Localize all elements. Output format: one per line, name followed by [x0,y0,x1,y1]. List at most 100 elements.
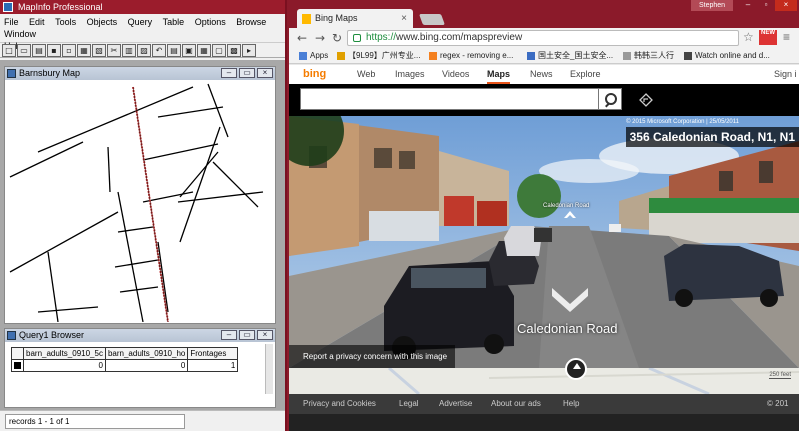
streetside-pegman-icon[interactable] [565,358,587,380]
print-button[interactable]: ▦ [77,44,91,57]
road-label-small[interactable]: Caledonian Road [543,203,589,209]
vertical-scrollbar[interactable] [265,344,273,394]
mapinfo-workspace: Barnsbury Map – ▭ × Query1 Browser – ▭ ×… [0,60,285,410]
back-icon[interactable]: ← [297,31,307,45]
footer-legal-link[interactable]: Legal [399,394,419,414]
new-browser-button[interactable]: ▤ [167,44,181,57]
lock-icon [353,34,361,42]
minimap-strip[interactable]: 250 feet [289,358,799,396]
url-scheme: https:// [366,32,397,43]
redistrict-button[interactable]: ▩ [227,44,241,57]
bookmark-item[interactable]: Watch online and d... [684,48,770,64]
menu-table[interactable]: Table [163,16,185,28]
column-header[interactable]: barn_adults_0910_5c [23,347,106,360]
column-header[interactable]: barn_adults_0910_ho [104,347,189,360]
bookmark-item[interactable]: 【9L99】广州专业... [337,48,420,64]
bookmark-item[interactable]: 韩韩三人行 [623,48,674,64]
mapinfo-app: MapInfo Professional File Edit Tools Obj… [0,0,287,431]
print-preview-button[interactable]: ▧ [92,44,106,57]
nav-web[interactable]: Web [357,65,375,84]
bookmarks-bar: Apps 【9L99】广州专业... regex - removing e...… [289,48,799,64]
table-row[interactable]: 0 0 1 [11,359,239,372]
row-selector[interactable] [11,359,24,372]
new-tab-button[interactable] [418,14,446,25]
new-table-button[interactable]: □ [2,44,16,57]
bing-logo[interactable]: bing [303,65,326,84]
close-window-icon[interactable]: × [775,0,797,11]
save-copy-button[interactable]: ▫ [62,44,76,57]
forward-icon[interactable]: → [315,31,325,45]
bookmark-item[interactable]: 国土安全_国土安全... [527,48,613,64]
road-label-large[interactable]: Caledonian Road [517,321,617,336]
tab-bing-maps[interactable]: Bing Maps × [297,9,413,28]
paste-button[interactable]: ▨ [137,44,151,57]
minimap-roads [388,366,799,396]
address-bar[interactable]: https://www.bing.com/mapspreview [347,30,739,46]
new-mapper-button[interactable]: ▣ [182,44,196,57]
column-header[interactable]: Frontages [187,347,239,360]
profile-button[interactable]: Stephen [691,0,733,11]
minimize-window-icon[interactable]: – [739,0,757,11]
browser-window-title-bar[interactable]: Query1 Browser – ▭ × [5,329,275,342]
browser-close-button[interactable]: × [257,330,273,340]
footer-about-ads-link[interactable]: About our ads [491,394,541,414]
menu-browse[interactable]: Browse [236,16,266,28]
menu-tools[interactable]: Tools [55,16,76,28]
footer-help-link[interactable]: Help [563,394,579,414]
map-window-title-bar[interactable]: Barnsbury Map – ▭ × [5,67,275,80]
nav-maps[interactable]: Maps [487,67,511,84]
apps-icon [299,52,307,60]
footer-privacy-link[interactable]: Privacy and Cookies [303,394,376,414]
map-minimize-button[interactable]: – [221,68,237,78]
browser-minimize-button[interactable]: – [221,330,237,340]
nav-videos[interactable]: Videos [442,65,469,84]
bookmark-apps[interactable]: Apps [299,48,328,64]
grid-cell[interactable]: 0 [104,359,189,372]
directions-icon[interactable] [639,93,653,107]
extension-new-icon[interactable]: NEW [759,30,777,45]
menu-window[interactable]: Window [4,28,36,40]
bookmark-item[interactable]: regex - removing e... [429,48,513,64]
toolbar: ← → ↻ https://www.bing.com/mapspreview ☆… [289,28,799,48]
open-table-button[interactable]: ▭ [17,44,31,57]
new-layout-button[interactable]: ▢ [212,44,226,57]
menu-edit[interactable]: Edit [29,16,45,28]
grid-cell[interactable]: 0 [23,359,106,372]
map-restore-button[interactable]: ▭ [239,68,255,78]
bookmark-favicon-icon [527,52,535,60]
status-records: records 1 - 1 of 1 [5,414,185,429]
nav-images[interactable]: Images [395,65,425,84]
copy-button[interactable]: ▥ [122,44,136,57]
new-grapher-button[interactable]: ▦ [197,44,211,57]
map-search-input[interactable] [300,88,599,110]
streetside-view[interactable]: © 2015 Microsoft Corporation | 25/05/201… [289,116,799,368]
sign-in-link[interactable]: Sign i [774,65,797,84]
menu-file[interactable]: File [4,16,19,28]
footer-advertise-link[interactable]: Advertise [439,394,472,414]
nav-explore[interactable]: Explore [570,65,601,84]
browser-restore-button[interactable]: ▭ [239,330,255,340]
reload-icon[interactable]: ↻ [332,31,342,45]
help-pointer-button[interactable]: ▸ [242,44,256,57]
bing-header: bing Web Images Videos Maps News Explore… [289,65,799,84]
cut-button[interactable]: ✂ [107,44,121,57]
open-folder-button[interactable]: ▤ [32,44,46,57]
search-icon[interactable] [598,88,622,110]
footer-copyright: © 201 [767,399,789,408]
bookmark-star-icon[interactable]: ☆ [743,30,754,44]
menu-objects[interactable]: Objects [87,16,118,28]
save-button[interactable]: ▪ [47,44,61,57]
bing-favicon [302,14,311,24]
browser-grid: barn_adults_0910_5c barn_adults_0910_ho … [11,347,239,372]
maximize-window-icon[interactable]: ▫ [757,0,775,11]
grid-cell[interactable]: 1 [187,359,239,372]
tab-close-icon[interactable]: × [401,9,407,28]
map-close-button[interactable]: × [257,68,273,78]
chrome-menu-icon[interactable]: ≡ [783,30,790,44]
menu-options[interactable]: Options [195,16,226,28]
privacy-concern-link[interactable]: Report a privacy concern with this image [289,345,455,368]
map-canvas[interactable] [8,82,274,322]
undo-button[interactable]: ↶ [152,44,166,57]
nav-news[interactable]: News [530,65,553,84]
menu-query[interactable]: Query [128,16,153,28]
